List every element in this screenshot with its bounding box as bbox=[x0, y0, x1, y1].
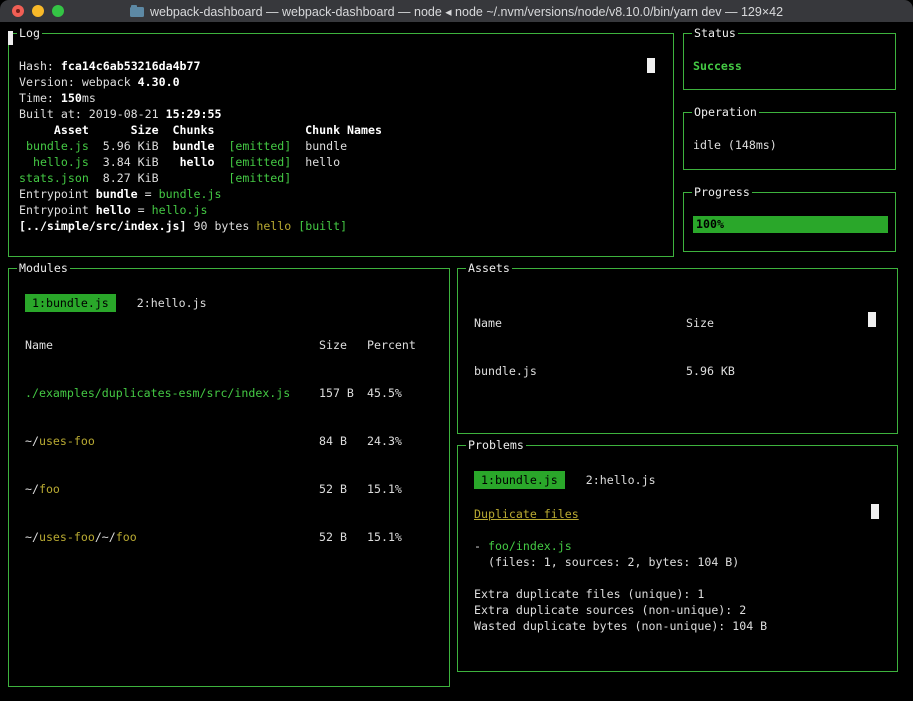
modules-header-size: Size bbox=[319, 337, 367, 353]
log-line: Built at: 2019-08-21 15:29:55 bbox=[19, 106, 673, 122]
terminal-window: webpack-dashboard — webpack-dashboard — … bbox=[0, 0, 913, 701]
log-asset-row: bundle.js 5.96 KiB bundle [emitted] bund… bbox=[19, 138, 673, 154]
modules-table-row: ~/uses-foo 84 B 24.3% bbox=[25, 433, 433, 449]
log-line: Time: 150ms bbox=[19, 90, 673, 106]
log-table-header: Asset Size Chunks Chunk Names bbox=[19, 122, 673, 138]
modules-table-row: ~/uses-foo/~/foo 52 B 15.1% bbox=[25, 529, 433, 545]
terminal-content: Log Hash: fca14c6ab53216da4b77 Version: … bbox=[0, 22, 913, 701]
status-panel: Status Success bbox=[683, 33, 896, 90]
asset-name: bundle.js bbox=[474, 363, 686, 379]
modules-header-name: Name bbox=[25, 337, 319, 353]
minimize-button[interactable] bbox=[32, 5, 44, 17]
problems-line: (files: 1, sources: 2, bytes: 104 B) bbox=[474, 554, 881, 570]
log-line: Version: webpack 4.30.0 bbox=[19, 74, 673, 90]
operation-panel-title: Operation bbox=[692, 104, 759, 120]
progress-bar: 100% bbox=[693, 216, 888, 233]
log-panel: Log Hash: fca14c6ab53216da4b77 Version: … bbox=[8, 33, 674, 257]
module-percent: 15.1% bbox=[367, 529, 433, 545]
modules-tab-bundle[interactable]: 1:bundle.js bbox=[25, 294, 116, 312]
module-name: ~/foo bbox=[25, 481, 319, 497]
modules-table-header: Name Size Percent bbox=[25, 337, 433, 353]
duplicate-files-heading: Duplicate files bbox=[474, 506, 579, 522]
assets-panel: Assets Name Size bundle.js 5.96 KB bbox=[457, 268, 898, 434]
window-title: webpack-dashboard — webpack-dashboard — … bbox=[150, 4, 783, 19]
log-panel-title: Log bbox=[17, 25, 42, 41]
operation-value: idle (148ms) bbox=[693, 137, 895, 153]
assets-table-row: bundle.js 5.96 KB bbox=[474, 363, 881, 379]
log-asset-row: hello.js 3.84 KiB hello [emitted] hello bbox=[19, 154, 673, 170]
log-scrollbar-thumb[interactable] bbox=[647, 58, 655, 73]
module-size: 52 B bbox=[319, 529, 367, 545]
progress-panel-title: Progress bbox=[692, 184, 752, 200]
problems-panel-title: Problems bbox=[466, 437, 526, 453]
module-size: 84 B bbox=[319, 433, 367, 449]
module-name: ~/uses-foo bbox=[25, 433, 319, 449]
assets-table-header: Name Size bbox=[474, 315, 881, 331]
assets-panel-title: Assets bbox=[466, 260, 512, 276]
asset-size: 5.96 KB bbox=[686, 363, 881, 379]
terminal-cursor bbox=[8, 31, 13, 45]
modules-tab-hello[interactable]: 2:hello.js bbox=[130, 294, 214, 312]
problems-line: Extra duplicate sources (non-unique): 2 bbox=[474, 602, 881, 618]
folder-icon bbox=[130, 7, 144, 17]
modules-table-row: ./examples/duplicates-esm/src/index.js 1… bbox=[25, 385, 433, 401]
problems-panel: Problems 1:bundle.js 2:hello.js Duplicat… bbox=[457, 445, 898, 672]
progress-label: 100% bbox=[696, 217, 724, 231]
status-value: Success bbox=[693, 58, 895, 74]
modules-table-row: ~/foo 52 B 15.1% bbox=[25, 481, 433, 497]
module-size: 52 B bbox=[319, 481, 367, 497]
problems-line: - foo/index.js bbox=[474, 538, 881, 554]
module-percent: 24.3% bbox=[367, 433, 433, 449]
module-name: ~/uses-foo/~/foo bbox=[25, 529, 319, 545]
module-percent: 15.1% bbox=[367, 481, 433, 497]
titlebar[interactable]: webpack-dashboard — webpack-dashboard — … bbox=[0, 0, 913, 23]
operation-panel: Operation idle (148ms) bbox=[683, 112, 896, 170]
problems-line: Wasted duplicate bytes (non-unique): 104… bbox=[474, 618, 881, 634]
traffic-lights bbox=[12, 0, 64, 22]
log-asset-row: stats.json 8.27 KiB [emitted] bbox=[19, 170, 673, 186]
log-line: [../simple/src/index.js] 90 bytes hello … bbox=[19, 218, 673, 234]
module-percent: 45.5% bbox=[367, 385, 433, 401]
problems-scrollbar-thumb[interactable] bbox=[871, 504, 879, 519]
close-button[interactable] bbox=[12, 5, 24, 17]
progress-panel: Progress 100% bbox=[683, 192, 896, 252]
modules-panel: Modules 1:bundle.js 2:hello.js Name Size… bbox=[8, 268, 450, 687]
log-line: Entrypoint bundle = bundle.js bbox=[19, 186, 673, 202]
status-panel-title: Status bbox=[692, 25, 738, 41]
modules-panel-title: Modules bbox=[17, 260, 70, 276]
modules-tabs: 1:bundle.js 2:hello.js bbox=[25, 294, 433, 312]
problems-line bbox=[474, 570, 881, 586]
log-line: Hash: fca14c6ab53216da4b77 bbox=[19, 58, 673, 74]
log-line: Entrypoint hello = hello.js bbox=[19, 202, 673, 218]
module-size: 157 B bbox=[319, 385, 367, 401]
assets-header-name: Name bbox=[474, 315, 686, 331]
title-area: webpack-dashboard — webpack-dashboard — … bbox=[0, 4, 913, 19]
problems-details: - foo/index.js (files: 1, sources: 2, by… bbox=[474, 538, 881, 634]
problems-tab-bundle[interactable]: 1:bundle.js bbox=[474, 471, 565, 489]
problems-tabs: 1:bundle.js 2:hello.js bbox=[474, 471, 881, 489]
assets-header-size: Size bbox=[686, 315, 881, 331]
modules-header-percent: Percent bbox=[367, 337, 433, 353]
module-name: ./examples/duplicates-esm/src/index.js bbox=[25, 385, 319, 401]
zoom-button[interactable] bbox=[52, 5, 64, 17]
problems-tab-hello[interactable]: 2:hello.js bbox=[579, 471, 663, 489]
assets-scrollbar-thumb[interactable] bbox=[868, 312, 876, 327]
problems-line: Extra duplicate files (unique): 1 bbox=[474, 586, 881, 602]
